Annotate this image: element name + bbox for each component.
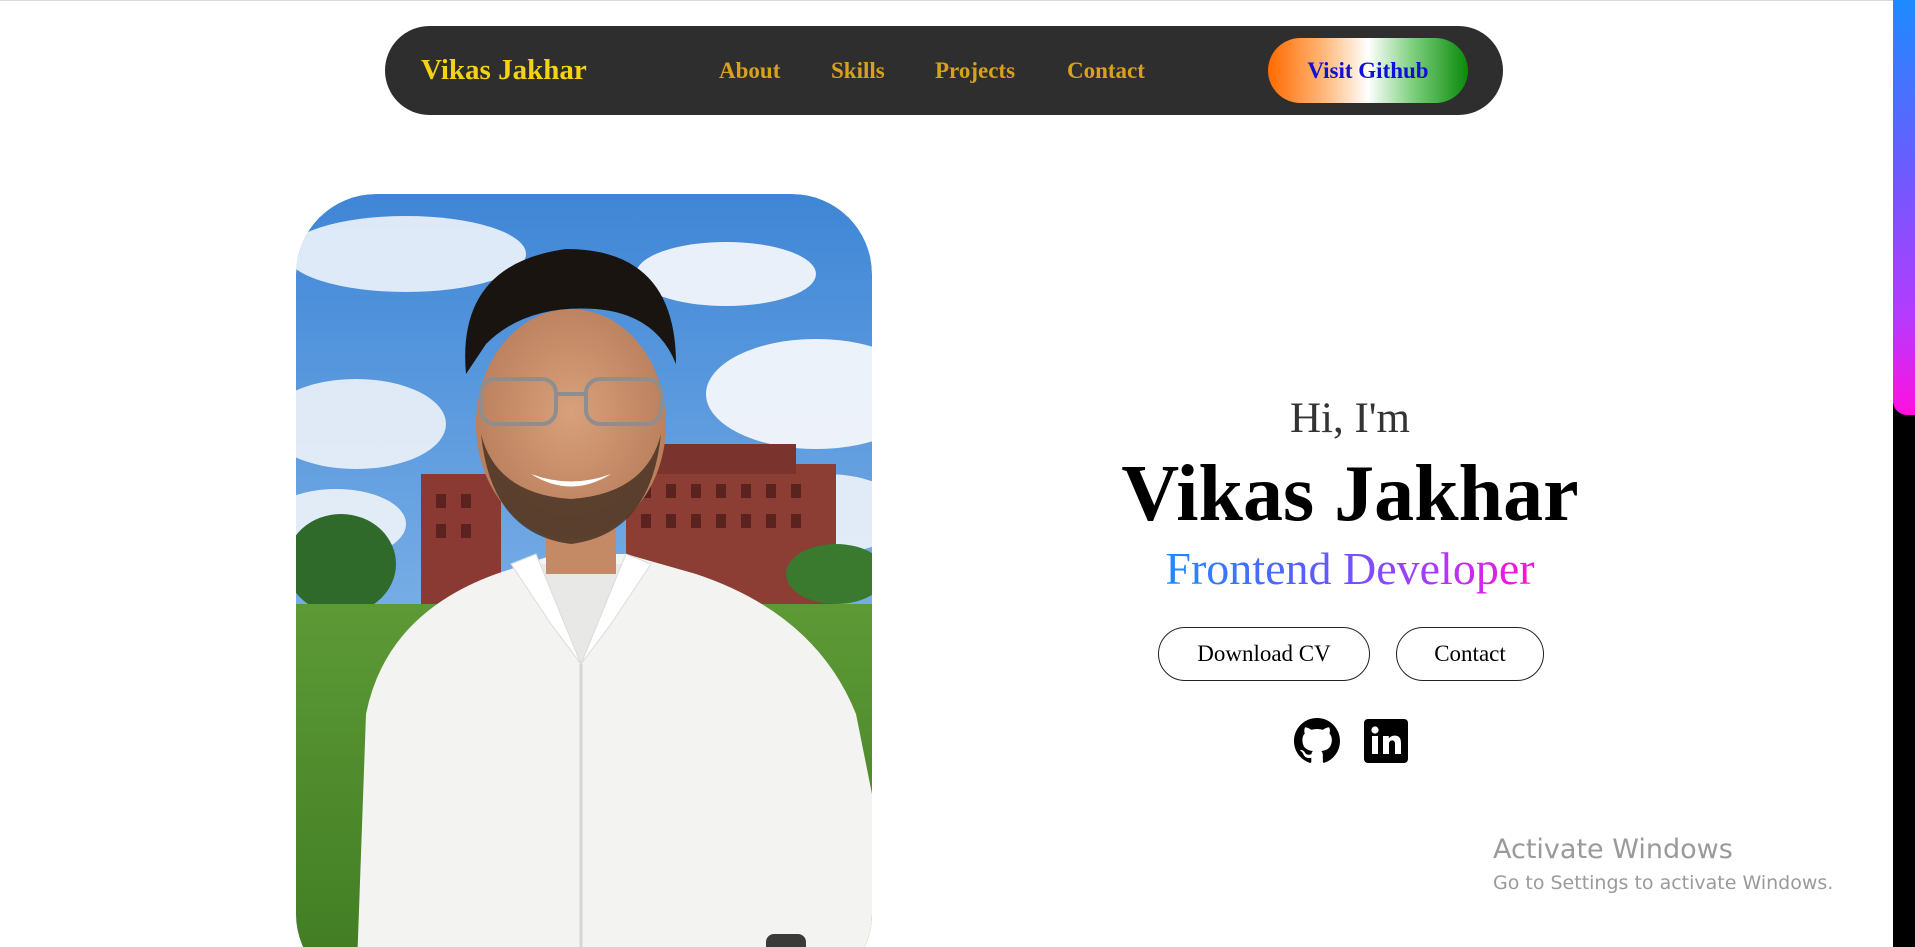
navbar: Vikas Jakhar About Skills Projects Conta…: [385, 26, 1503, 115]
activate-windows-watermark: Activate Windows Go to Settings to activ…: [1493, 832, 1833, 898]
watermark-title: Activate Windows: [1493, 834, 1733, 865]
hero-name: Vikas Jakhar: [1121, 450, 1579, 538]
social-links: [1293, 717, 1413, 767]
nav-link-skills[interactable]: Skills: [831, 26, 885, 115]
top-border: [0, 0, 1915, 1]
greeting-text: Hi, I'm: [1289, 395, 1410, 442]
hero-section: Hi, I'm Vikas Jakhar Frontend Developer: [1050, 385, 1650, 599]
github-icon[interactable]: [1293, 717, 1341, 765]
linkedin-icon[interactable]: [1362, 717, 1410, 765]
hero-buttons: Download CV Contact: [1158, 627, 1558, 681]
nav-link-about[interactable]: About: [719, 26, 780, 115]
watermark-subtitle: Go to Settings to activate Windows.: [1493, 872, 1834, 894]
nav-link-contact[interactable]: Contact: [1067, 26, 1145, 115]
download-cv-button[interactable]: Download CV: [1158, 627, 1370, 681]
contact-button[interactable]: Contact: [1396, 627, 1544, 681]
scrollbar-thumb[interactable]: [1893, 0, 1915, 415]
profile-photo: [296, 194, 872, 947]
nav-link-projects[interactable]: Projects: [935, 26, 1015, 115]
visit-github-button[interactable]: Visit Github: [1268, 38, 1468, 103]
role-title: Frontend Developer: [1165, 539, 1534, 599]
